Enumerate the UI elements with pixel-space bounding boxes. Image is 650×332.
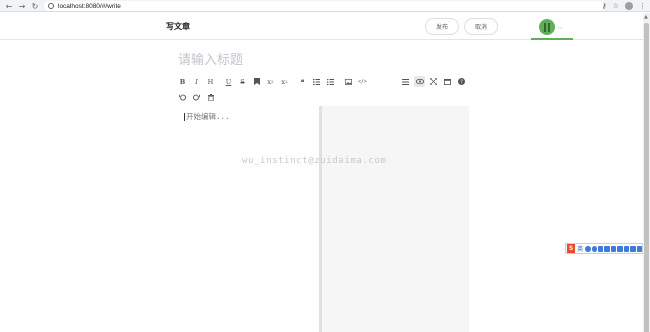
punctuation-icon[interactable] bbox=[585, 245, 591, 252]
profile-icon[interactable] bbox=[625, 2, 633, 10]
fullscreen-icon[interactable] bbox=[428, 76, 439, 87]
window-icon[interactable] bbox=[442, 76, 453, 87]
shirt-icon[interactable] bbox=[630, 245, 636, 252]
star-icon[interactable]: ☆ bbox=[613, 2, 619, 10]
editor-toolbar: B I H U S x2 x2 ❝ </> ? bbox=[176, 74, 470, 106]
menu-icon[interactable]: ⋮ bbox=[639, 2, 646, 10]
browser-actions: ⚷ ☆ ⋮ bbox=[602, 0, 646, 12]
skin-icon[interactable] bbox=[610, 245, 617, 252]
undo-icon[interactable] bbox=[177, 92, 188, 103]
help-icon[interactable]: ? bbox=[456, 76, 467, 87]
code-icon[interactable]: </> bbox=[357, 76, 368, 87]
avatar[interactable] bbox=[539, 19, 555, 35]
app-header: 写文章 发布 取消 ⌵ bbox=[0, 13, 643, 40]
back-arrow-icon[interactable]: ← bbox=[3, 0, 15, 12]
trash-icon[interactable] bbox=[205, 92, 216, 103]
tools-icon[interactable] bbox=[623, 245, 630, 252]
emoji-icon[interactable] bbox=[591, 245, 597, 252]
scroll-up-icon[interactable]: ▲ bbox=[644, 14, 648, 20]
avatar-underline bbox=[531, 38, 573, 40]
image-icon[interactable] bbox=[343, 76, 354, 87]
page-title: 写文章 bbox=[166, 22, 190, 31]
watermark: wu_instinct@zuidaima.com bbox=[242, 156, 387, 166]
sogou-logo-icon[interactable]: S bbox=[567, 244, 576, 253]
preview-eye-icon[interactable] bbox=[414, 76, 425, 87]
user-icon[interactable] bbox=[617, 245, 623, 252]
strikethrough-button[interactable]: S bbox=[237, 76, 248, 87]
title-input[interactable] bbox=[178, 51, 468, 69]
ordered-list-icon[interactable] bbox=[311, 76, 322, 87]
unordered-list-icon[interactable] bbox=[325, 76, 336, 87]
url-text: localhost:8080/#/write bbox=[58, 2, 121, 10]
keyboard-icon[interactable] bbox=[604, 245, 610, 252]
quote-icon[interactable]: ❝ bbox=[297, 76, 308, 87]
publish-button[interactable]: 发布 bbox=[425, 18, 459, 35]
scrollbar[interactable]: ▲ bbox=[643, 13, 650, 332]
ime-toolbar[interactable]: S 英 bbox=[565, 243, 643, 254]
key-icon[interactable]: ⚷ bbox=[602, 2, 607, 10]
scrollbar-thumb[interactable] bbox=[644, 23, 649, 332]
grid-icon[interactable] bbox=[636, 245, 642, 252]
svg-text:?: ? bbox=[460, 79, 463, 85]
markdown-editor[interactable]: 开始编辑... bbox=[176, 106, 320, 332]
chevron-down-icon[interactable]: ⌵ bbox=[558, 24, 563, 32]
address-bar[interactable]: localhost:8080/#/write bbox=[44, 1, 604, 11]
cancel-button[interactable]: 取消 bbox=[464, 18, 498, 35]
subscript-button[interactable]: x2 bbox=[279, 76, 290, 87]
microphone-icon[interactable] bbox=[598, 245, 604, 252]
superscript-mark: 2 bbox=[271, 79, 274, 84]
bookmark-icon[interactable] bbox=[251, 76, 262, 87]
redo-icon[interactable] bbox=[191, 92, 202, 103]
browser-toolbar: ← → ↻ localhost:8080/#/write ⚷ ☆ ⋮ bbox=[0, 0, 650, 12]
bold-button[interactable]: B bbox=[177, 76, 188, 87]
underline-button[interactable]: U bbox=[223, 76, 234, 87]
superscript-button[interactable]: x2 bbox=[265, 76, 276, 87]
ime-language[interactable]: 英 bbox=[577, 244, 583, 253]
subscript-mark: 2 bbox=[285, 79, 288, 84]
editor-placeholder-text: 开始编辑... bbox=[186, 112, 230, 121]
editor-placeholder: 开始编辑... bbox=[184, 111, 230, 122]
header-button[interactable]: H bbox=[205, 76, 216, 87]
align-icon[interactable] bbox=[400, 76, 411, 87]
info-icon[interactable] bbox=[48, 3, 54, 9]
reload-icon[interactable]: ↻ bbox=[29, 0, 41, 12]
italic-button[interactable]: I bbox=[191, 76, 202, 87]
preview-pane bbox=[322, 106, 469, 332]
forward-arrow-icon[interactable]: → bbox=[16, 0, 28, 12]
